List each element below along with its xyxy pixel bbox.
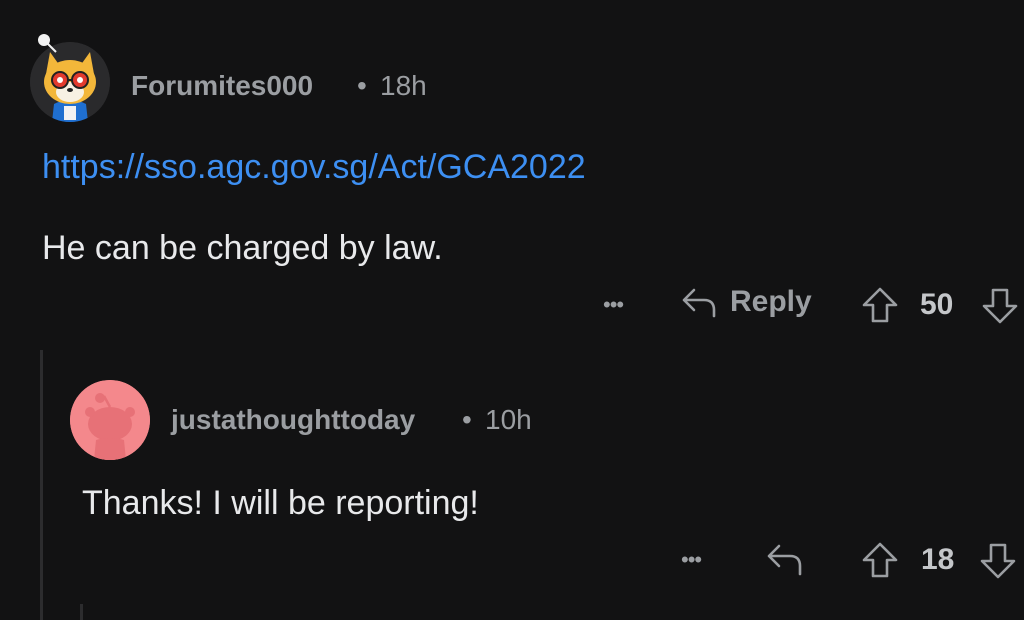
vote-score: 18 xyxy=(921,543,955,576)
more-dots-label: ••• xyxy=(681,547,702,572)
meta-separator: • xyxy=(462,404,472,435)
more-options-button[interactable]: ••• xyxy=(681,547,702,573)
nested-thread-line[interactable] xyxy=(80,604,83,620)
comment-link[interactable]: https://sso.agc.gov.sg/Act/GCA2022 xyxy=(42,148,586,187)
user-avatar[interactable] xyxy=(70,380,150,460)
comment-timestamp: 10h xyxy=(485,404,532,435)
vote-score: 50 xyxy=(920,288,954,321)
reply-button[interactable]: Reply xyxy=(680,284,812,320)
antenna-icon xyxy=(38,34,57,53)
comment-thread: Forumites000 • 18h https://sso.agc.gov.s… xyxy=(0,0,1024,620)
downvote-icon[interactable] xyxy=(980,286,1020,326)
comment-body: Thanks! I will be reporting! xyxy=(82,484,479,522)
snoo-avatar-icon xyxy=(70,380,150,460)
upvote-icon[interactable] xyxy=(860,540,900,580)
comment-body: He can be charged by law. xyxy=(42,229,443,267)
reply-arrow-icon[interactable] xyxy=(764,540,806,578)
user-avatar[interactable] xyxy=(30,42,110,122)
upvote-icon[interactable] xyxy=(860,285,900,325)
downvote-icon[interactable] xyxy=(978,541,1018,581)
comment-timestamp: 18h xyxy=(380,70,427,101)
more-dots-label: ••• xyxy=(603,292,624,317)
comment-username[interactable]: justathoughttoday xyxy=(171,404,415,436)
comment-username[interactable]: Forumites000 xyxy=(131,70,313,102)
reply-label: Reply xyxy=(730,285,812,318)
thread-line[interactable] xyxy=(40,350,43,620)
more-options-button[interactable]: ••• xyxy=(603,292,624,318)
shiba-avatar-icon xyxy=(30,42,110,122)
reply-arrow-icon xyxy=(682,288,716,318)
meta-separator: • xyxy=(357,70,367,101)
